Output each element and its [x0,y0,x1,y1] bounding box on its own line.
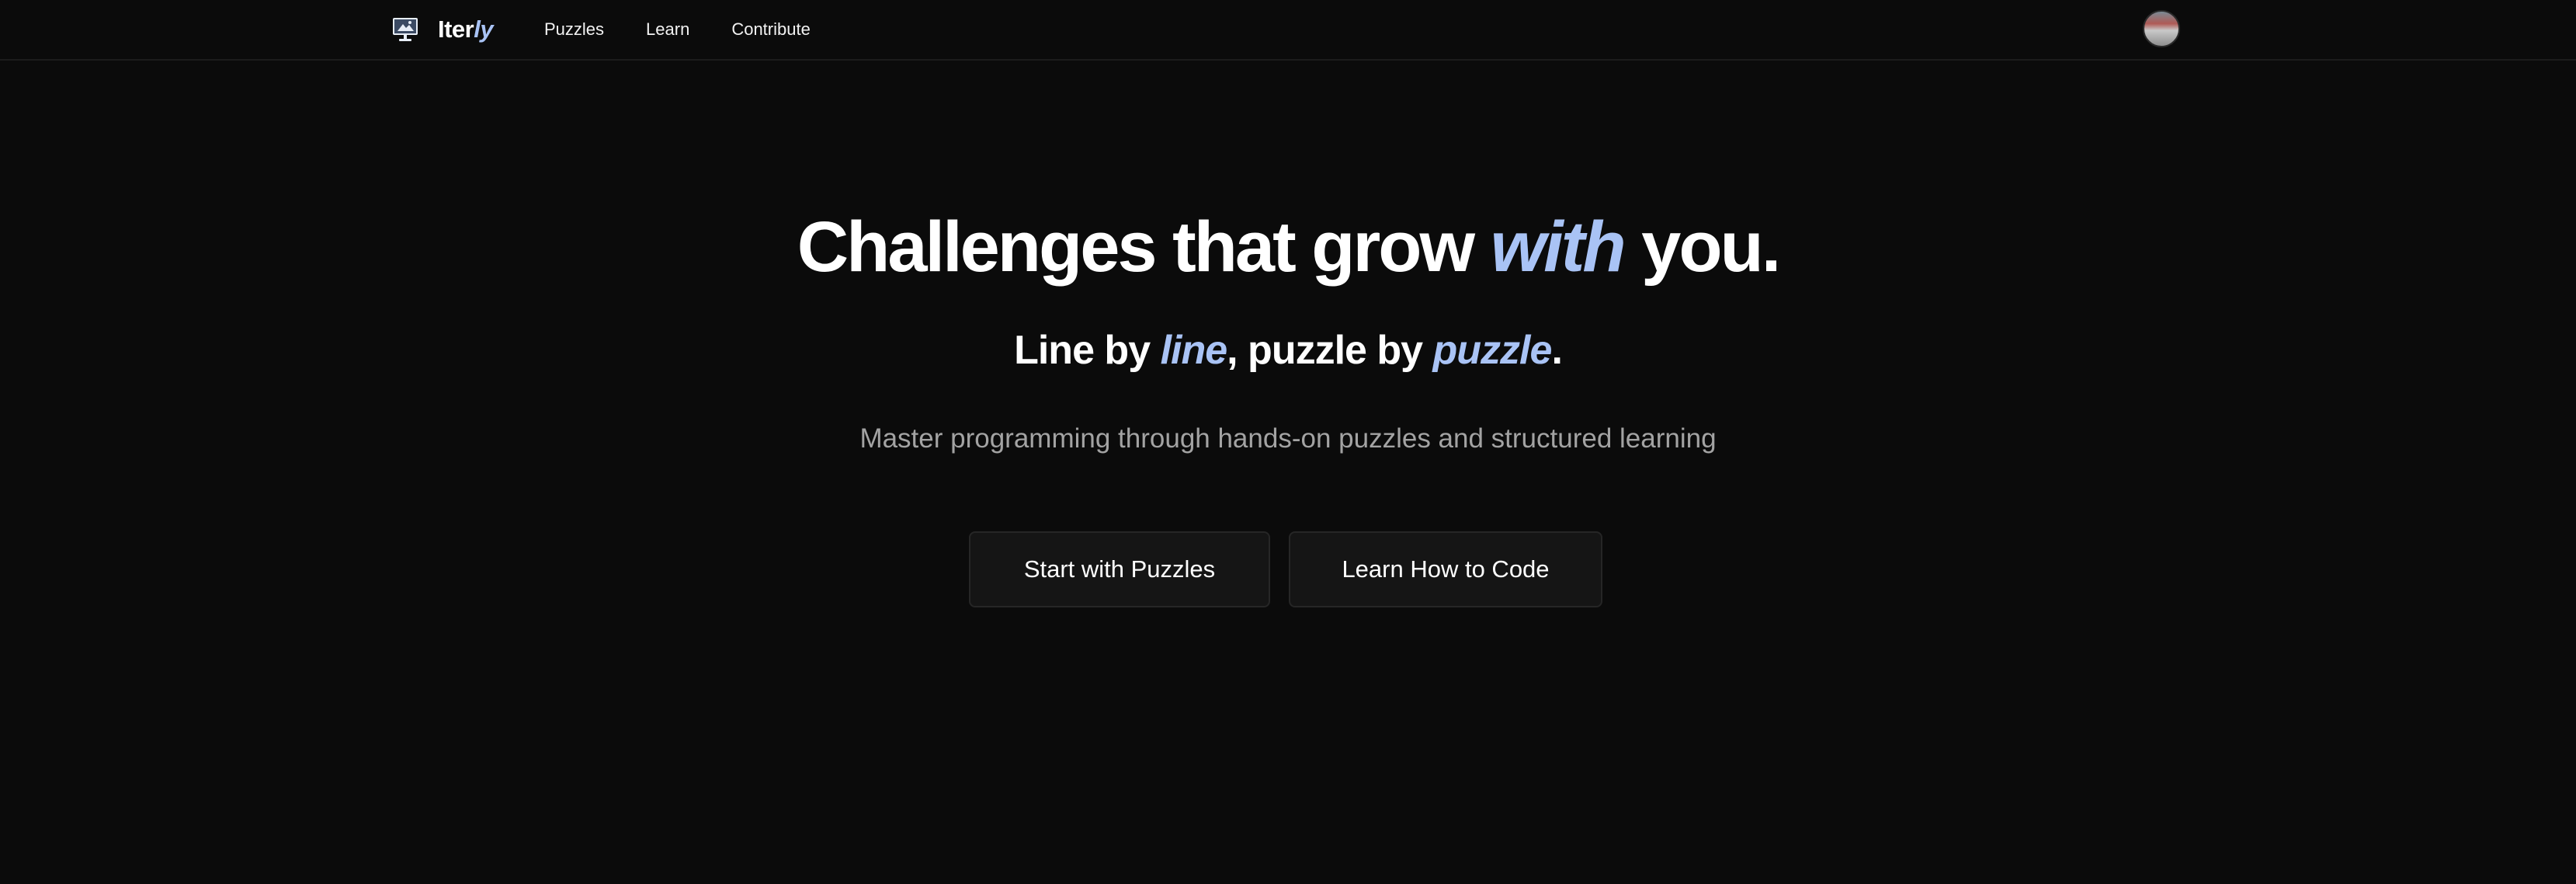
nav-link-contribute[interactable]: Contribute [731,19,811,40]
brand-home-link[interactable]: Iterly [391,12,494,47]
subhead-part1: Line by [1014,328,1161,373]
headline-accent: with [1490,207,1626,287]
user-avatar[interactable] [2143,10,2180,47]
headline-after: you. [1623,207,1781,287]
start-with-puzzles-button[interactable]: Start with Puzzles [969,531,1270,607]
brand-name: Iterly [438,16,494,44]
subhead-accent1: line [1160,328,1228,373]
monitor-logo-icon [393,18,418,41]
subhead-accent2: puzzle [1432,328,1553,373]
subhead-part3: . [1551,328,1562,373]
brand-name-main: Iter [438,16,474,43]
nav-links: Puzzles Learn Contribute [544,16,852,44]
learn-how-to-code-button[interactable]: Learn How to Code [1289,531,1602,607]
cta-button-group: Start with Puzzles Learn How to Code [969,531,1602,607]
headline-before: Challenges that grow [797,207,1491,287]
nav-link-puzzles[interactable]: Puzzles [544,19,604,40]
subhead-part2: , puzzle by [1227,328,1433,373]
top-navbar: Iterly Puzzles Learn Contribute [0,0,2576,61]
hero-headline: Challenges that grow with you. [0,202,2576,292]
brand-name-accent: ly [474,16,494,43]
hero-tagline: Master programming through hands-on puzz… [859,423,1717,454]
nav-link-learn[interactable]: Learn [646,19,689,40]
hero-subheadline: Line by line, puzzle by puzzle. [0,325,2576,376]
